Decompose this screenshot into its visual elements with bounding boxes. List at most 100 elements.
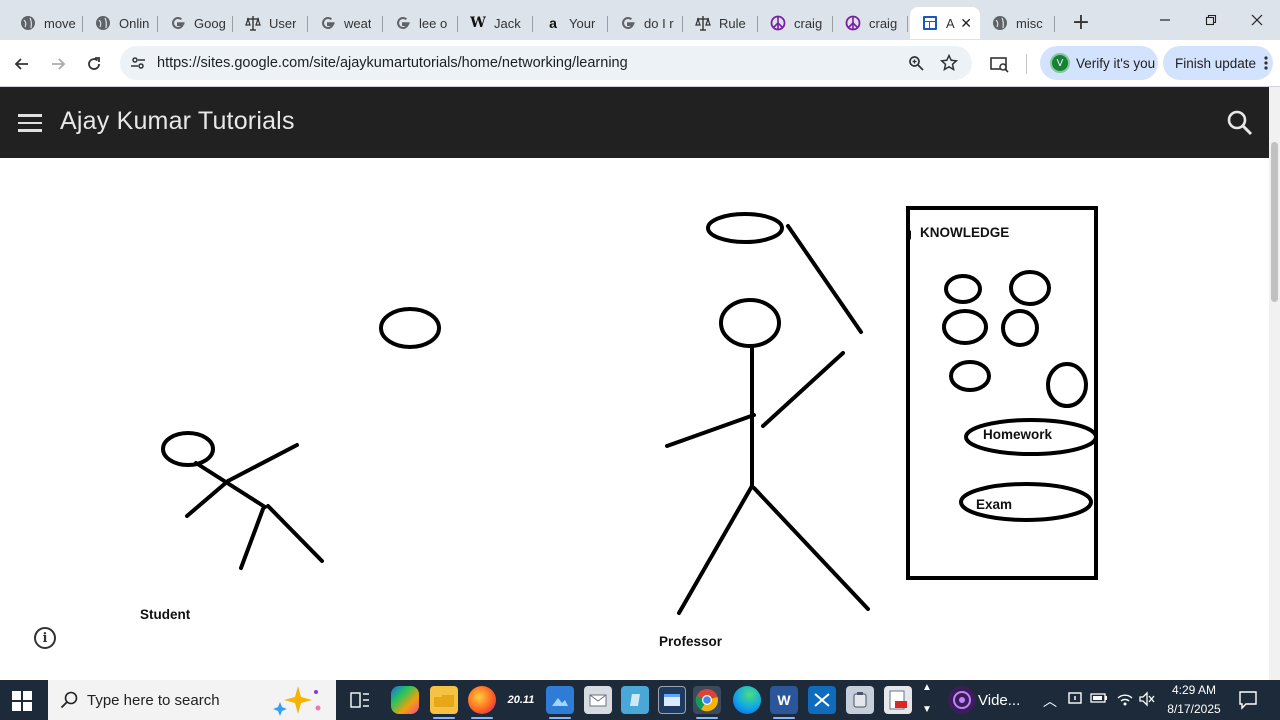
new-tab-button[interactable]: + <box>1067 8 1095 36</box>
tab-strip: move Onlin Goog User weat lee o W Jack a Your do I… <box>0 0 1280 40</box>
notifications-icon[interactable] <box>1238 690 1258 713</box>
video-app-icon[interactable] <box>948 686 976 714</box>
info-icon[interactable]: i <box>34 627 56 649</box>
globe-icon <box>992 15 1008 31</box>
widgets-icon[interactable]: 20.11 <box>506 686 536 714</box>
tab-title: Jack <box>494 15 521 31</box>
browser-tab[interactable]: move <box>8 7 83 39</box>
verify-profile-button[interactable]: V Verify it's you <box>1040 46 1158 80</box>
meet-now-icon[interactable] <box>1068 691 1082 708</box>
word-icon[interactable]: W <box>770 686 798 714</box>
tab-title: lee o <box>419 15 448 31</box>
wifi-icon[interactable] <box>1116 691 1134 710</box>
homework-label: Homework <box>983 427 1053 442</box>
firefox-icon[interactable] <box>468 686 496 714</box>
pdf-app-icon[interactable] <box>884 686 912 714</box>
chrome-icon[interactable] <box>693 686 721 714</box>
browser-tab[interactable]: do I r <box>608 7 683 39</box>
tab-title: User <box>269 15 297 31</box>
tab-title: do I r <box>644 15 674 31</box>
edge-icon[interactable] <box>733 686 761 714</box>
exam-label: Exam <box>976 497 1013 512</box>
scales-icon <box>695 15 711 31</box>
windows-taskbar: Type here to search 20.11 W ▲ ▼ Vide... … <box>0 680 1280 720</box>
browser-toolbar: https://sites.google.com/site/ajaykumart… <box>0 40 1280 87</box>
bookmark-star-icon[interactable] <box>939 53 959 73</box>
back-arrow-icon <box>14 58 28 70</box>
reload-icon <box>88 57 100 70</box>
photos-running-indicator <box>549 717 571 719</box>
finish-update-button[interactable]: Finish update <box>1163 46 1273 80</box>
forward-button[interactable] <box>44 50 72 78</box>
tab-title: move <box>44 15 76 31</box>
address-bar[interactable]: https://sites.google.com/site/ajaykumart… <box>120 46 972 80</box>
copilot-icon[interactable] <box>391 686 419 714</box>
close-window-button[interactable] <box>1234 0 1280 40</box>
wikipedia-icon: W <box>470 15 486 31</box>
menu-icon[interactable] <box>18 114 42 132</box>
file-explorer-running-indicator <box>433 717 455 719</box>
browser-tab[interactable]: Goog <box>158 7 233 39</box>
learning-diagram <box>161 206 1098 615</box>
browser-tab[interactable]: craig <box>833 7 908 39</box>
browser-tab[interactable]: Rule <box>683 7 758 39</box>
thought-bubble-shape <box>379 307 441 349</box>
notes-app-icon[interactable] <box>621 686 649 714</box>
window-app-icon[interactable] <box>658 686 686 714</box>
browser-tab[interactable]: a Your <box>533 7 608 39</box>
tab-title: Your <box>569 15 596 31</box>
knowledge-label: KNOWLEDGE <box>920 225 1010 240</box>
close-tab-icon[interactable]: ✕ <box>960 15 972 32</box>
taskbar-scroll-up-icon[interactable]: ▲ <box>920 682 934 693</box>
zoom-icon[interactable] <box>906 53 926 73</box>
mail-app-icon[interactable] <box>584 686 612 714</box>
video-app-label[interactable]: Vide... <box>978 692 1020 709</box>
show-hidden-icons-chevron-icon[interactable]: ︿ <box>1043 691 1057 711</box>
file-explorer-icon[interactable] <box>430 686 458 714</box>
browser-tab[interactable]: A ✕ <box>910 7 980 39</box>
site-settings-icon[interactable] <box>128 53 148 73</box>
reload-button[interactable] <box>80 50 108 78</box>
scrollbar-thumb[interactable] <box>1271 142 1278 302</box>
amazon-icon: a <box>549 15 557 31</box>
browser-tab[interactable]: craig <box>758 7 833 39</box>
storage-app-icon[interactable] <box>846 686 874 714</box>
peace-icon <box>770 15 786 31</box>
browser-tab[interactable]: Onlin <box>83 7 158 39</box>
tab-title: craig <box>869 15 898 31</box>
minimize-button[interactable] <box>1142 0 1188 40</box>
site-title[interactable]: Ajay Kumar Tutorials <box>60 107 295 136</box>
taskbar-scroll-down-icon[interactable]: ▼ <box>920 704 934 715</box>
tab-title: craig <box>794 15 823 31</box>
taskbar-search-box[interactable]: Type here to search <box>48 680 336 720</box>
google-icon <box>620 15 636 31</box>
tab-title: Rule <box>719 15 746 31</box>
browser-tab[interactable]: W Jack <box>458 7 533 39</box>
browser-tab[interactable]: User <box>233 7 308 39</box>
browser-tab[interactable]: misc <box>980 7 1055 39</box>
site-search-icon[interactable] <box>1226 109 1254 137</box>
chrome-running-indicator <box>696 717 718 719</box>
restore-button[interactable] <box>1188 0 1234 40</box>
page-scrollbar[interactable] <box>1269 87 1280 680</box>
tab-search-icon <box>990 57 1009 73</box>
back-button[interactable] <box>8 50 36 78</box>
tab-search-button[interactable] <box>986 50 1014 78</box>
battery-icon[interactable] <box>1090 692 1108 707</box>
profile-avatar: V <box>1050 53 1070 73</box>
google-icon <box>395 15 411 31</box>
site-header: Ajay Kumar Tutorials <box>0 87 1269 158</box>
clock-time[interactable]: 4:29 AM <box>1160 683 1228 697</box>
photos-app-icon[interactable] <box>546 686 574 714</box>
browser-tab[interactable]: weat <box>308 7 383 39</box>
start-button[interactable] <box>12 691 32 711</box>
snipping-tool-icon[interactable] <box>808 686 836 714</box>
student-label: Student <box>140 607 191 622</box>
search-icon <box>60 691 78 709</box>
volume-muted-icon[interactable] <box>1138 691 1156 710</box>
task-view-icon[interactable] <box>346 686 374 714</box>
browser-tab[interactable]: lee o <box>383 7 458 39</box>
clock-date[interactable]: 8/17/2025 <box>1160 702 1228 716</box>
professor-figure <box>665 212 870 615</box>
professor-label: Professor <box>659 634 723 649</box>
